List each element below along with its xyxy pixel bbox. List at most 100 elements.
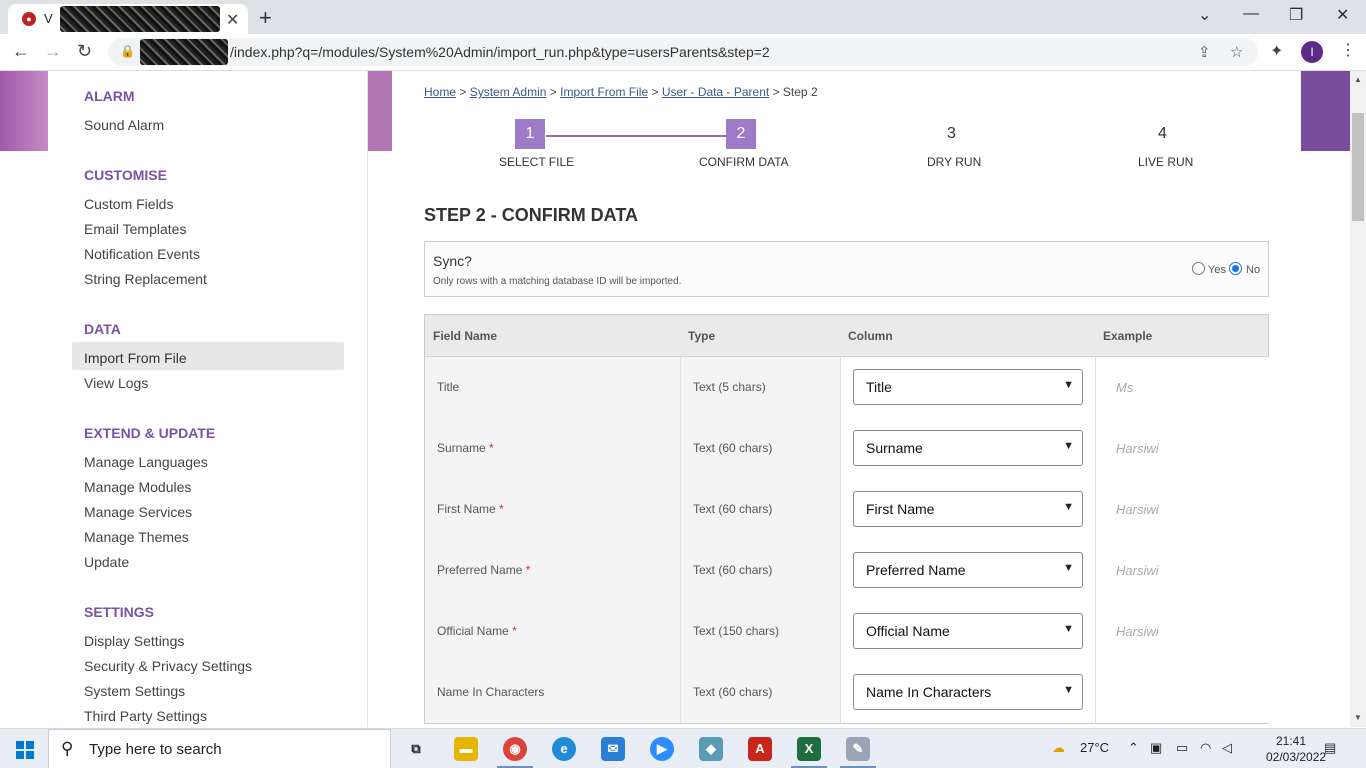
close-window-button[interactable]: ✕: [1336, 5, 1349, 25]
taskbar-search-box[interactable]: ⚲ Type here to search: [48, 729, 391, 768]
sidebar-item-manage-languages[interactable]: Manage Languages: [84, 454, 208, 470]
sync-yes-label[interactable]: Yes: [1208, 264, 1226, 276]
zoom-icon[interactable]: ▶: [650, 737, 674, 761]
breadcrumb-home[interactable]: Home: [424, 85, 456, 99]
taskbar-clock[interactable]: 21:41 02/03/2022: [1266, 733, 1326, 765]
sidebar-item-third-party-settings[interactable]: Third Party Settings: [84, 708, 207, 724]
browser-tab-bar: ● V ✕ + ⌄ — ❐ ✕: [0, 0, 1366, 34]
tray-app-icon[interactable]: ▣: [1150, 740, 1162, 756]
share-icon[interactable]: ⇪: [1198, 43, 1211, 61]
sidebar-item-import-from-file[interactable]: Import From File: [84, 350, 187, 366]
type-cell: Text (60 chars): [681, 479, 841, 540]
minimize-button[interactable]: —: [1243, 5, 1259, 23]
redacted-domain: [140, 39, 228, 65]
battery-icon[interactable]: ▭: [1176, 740, 1188, 756]
sidebar-item-manage-modules[interactable]: Manage Modules: [84, 479, 191, 495]
app-icon[interactable]: ✎: [846, 737, 870, 761]
sidebar-item-manage-services[interactable]: Manage Services: [84, 504, 192, 520]
sidebar-item-sound-alarm[interactable]: Sound Alarm: [84, 117, 164, 133]
breadcrumb-separator: >: [651, 85, 659, 99]
task-view-icon[interactable]: ⧉: [404, 737, 428, 761]
breadcrumb: Home > System Admin > Import From File >…: [424, 85, 818, 99]
lock-icon[interactable]: 🔒: [120, 44, 135, 58]
scroll-down-arrow-icon[interactable]: ▼: [1354, 713, 1362, 722]
field-name: Name In Characters: [437, 685, 544, 699]
breadcrumb-import-from-file[interactable]: Import From File: [560, 85, 648, 99]
field-name-text: First Name: [437, 502, 496, 516]
sidebar-item-system-settings[interactable]: System Settings: [84, 683, 185, 699]
back-arrow-icon[interactable]: ←: [12, 41, 30, 62]
field-name-cell: Preferred Name *: [425, 540, 681, 601]
weather-icon[interactable]: ☁: [1052, 740, 1065, 756]
notification-center-icon[interactable]: ▤: [1324, 740, 1336, 756]
type-cell: Text (60 chars): [681, 418, 841, 479]
sync-yes-radio[interactable]: [1192, 262, 1205, 275]
sync-description: Only rows with a matching database ID wi…: [433, 276, 682, 287]
profile-avatar[interactable]: I: [1301, 41, 1323, 63]
edge-icon[interactable]: e: [552, 737, 576, 761]
page-title: STEP 2 - CONFIRM DATA: [424, 205, 639, 225]
bookmark-star-icon[interactable]: ☆: [1230, 43, 1243, 61]
mail-icon[interactable]: ✉: [601, 737, 625, 761]
restore-button[interactable]: ❐: [1289, 5, 1303, 25]
excel-icon[interactable]: X: [797, 737, 821, 761]
sidebar-item-custom-fields[interactable]: Custom Fields: [84, 196, 173, 212]
column-select-value: Title: [866, 379, 892, 395]
forward-arrow-icon[interactable]: →: [44, 41, 62, 62]
chrome-icon[interactable]: ◉: [503, 737, 527, 761]
field-name-cell: Name In Characters: [425, 662, 681, 723]
sync-no-radio[interactable]: [1229, 262, 1242, 275]
extensions-puzzle-icon[interactable]: ✦: [1270, 41, 1283, 61]
wifi-icon[interactable]: ◠: [1200, 740, 1211, 756]
page-scrollbar[interactable]: ▲ ▼: [1350, 71, 1366, 727]
column-select[interactable]: First Name ▼: [853, 491, 1083, 527]
column-select[interactable]: Surname ▼: [853, 430, 1083, 466]
scroll-up-arrow-icon[interactable]: ▲: [1354, 75, 1362, 84]
step-3-marker: 3: [947, 125, 956, 142]
example-cell: Harsiwi: [1096, 479, 1270, 540]
sidebar-item-security-privacy-settings[interactable]: Security & Privacy Settings: [84, 658, 252, 674]
field-name-cell: Surname *: [425, 418, 681, 479]
field-type: Text (5 chars): [693, 380, 766, 394]
column-select[interactable]: Official Name ▼: [853, 613, 1083, 649]
temperature-text[interactable]: 27°C: [1080, 740, 1109, 755]
acrobat-icon[interactable]: A: [748, 737, 772, 761]
app-icon[interactable]: ◆: [699, 737, 723, 761]
step-4-marker: 4: [1158, 125, 1167, 142]
type-cell: Text (60 chars): [681, 662, 841, 723]
file-explorer-icon[interactable]: ▬: [454, 737, 478, 761]
example-value: Harsiwi: [1116, 502, 1159, 517]
sidebar-item-notification-events[interactable]: Notification Events: [84, 246, 200, 262]
sidebar-item-display-settings[interactable]: Display Settings: [84, 633, 184, 649]
sidebar-heading-extend-update: EXTEND & UPDATE: [84, 425, 216, 441]
sidebar-item-view-logs[interactable]: View Logs: [84, 375, 148, 391]
tab-close-icon[interactable]: ✕: [226, 10, 239, 30]
address-bar[interactable]: 🔒 /index.php?q=/modules/System%20Admin/i…: [108, 38, 1258, 66]
column-cell: Title ▼: [841, 357, 1096, 418]
breadcrumb-user-data-parent[interactable]: User - Data - Parent: [662, 85, 769, 99]
url-text[interactable]: /index.php?q=/modules/System%20Admin/imp…: [230, 44, 770, 60]
column-select[interactable]: Preferred Name ▼: [853, 552, 1083, 588]
column-cell: Official Name ▼: [841, 601, 1096, 662]
sidebar-item-update[interactable]: Update: [84, 554, 129, 570]
volume-icon[interactable]: ◁: [1222, 740, 1232, 756]
tab-search-icon[interactable]: ⌄: [1198, 5, 1211, 25]
windows-start-icon[interactable]: [16, 741, 34, 759]
new-tab-button[interactable]: +: [259, 5, 272, 31]
stepper-connector: [546, 135, 754, 137]
browser-tab[interactable]: ● V ✕: [8, 4, 248, 34]
column-select[interactable]: Title ▼: [853, 369, 1083, 405]
browser-menu-icon[interactable]: ⋮: [1340, 40, 1356, 60]
sidebar-item-string-replacement[interactable]: String Replacement: [84, 271, 207, 287]
scroll-thumb[interactable]: [1352, 113, 1364, 221]
column-select[interactable]: Name In Characters ▼: [853, 674, 1083, 710]
tray-chevron-icon[interactable]: ⌃: [1128, 740, 1139, 756]
sync-no-label[interactable]: No: [1246, 264, 1260, 276]
breadcrumb-system-admin[interactable]: System Admin: [470, 85, 547, 99]
reload-icon[interactable]: ↻: [77, 41, 92, 62]
field-name-cell: First Name *: [425, 479, 681, 540]
sidebar-item-email-templates[interactable]: Email Templates: [84, 221, 186, 237]
table-row: First Name * Text (60 chars) First Name ▼ Ha…: [425, 479, 1270, 540]
chevron-down-icon: ▼: [1063, 440, 1074, 452]
sidebar-item-manage-themes[interactable]: Manage Themes: [84, 529, 189, 545]
